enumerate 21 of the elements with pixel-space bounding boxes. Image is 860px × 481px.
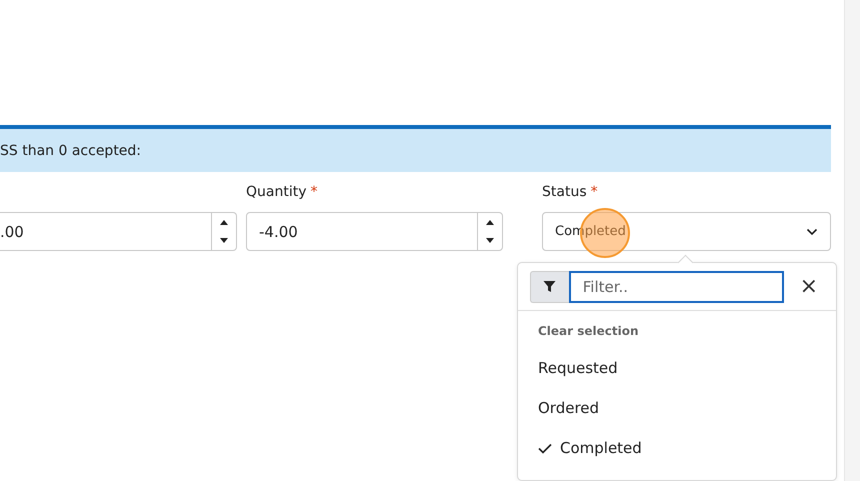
increment-icon[interactable] — [219, 218, 229, 226]
dropdown-option[interactable]: Requested — [518, 348, 836, 388]
banner-text: SS than 0 accepted: — [0, 142, 142, 158]
clear-selection-option[interactable]: Clear selection — [518, 311, 836, 348]
number-field[interactable]: -4.00 — [246, 212, 503, 251]
decrement-icon[interactable] — [485, 237, 495, 244]
field-label: Status — [542, 184, 587, 202]
field-label: Quantity — [246, 184, 306, 202]
number-field[interactable]: .00 — [0, 212, 237, 251]
dropdown-option[interactable]: Completed — [518, 428, 836, 468]
chevron-down-icon — [806, 228, 818, 236]
filter-button[interactable] — [530, 270, 569, 302]
decrement-icon[interactable] — [219, 237, 229, 244]
required-mark: * — [310, 184, 318, 202]
filter-field[interactable]: Filter.. — [568, 270, 784, 302]
funnel-icon — [543, 280, 556, 293]
dropdown-option[interactable]: Ordered — [518, 388, 836, 428]
increment-icon[interactable] — [485, 218, 495, 226]
required-mark: * — [590, 184, 598, 202]
close-button[interactable]: × — [794, 274, 824, 299]
scrollbar[interactable] — [844, 0, 860, 481]
